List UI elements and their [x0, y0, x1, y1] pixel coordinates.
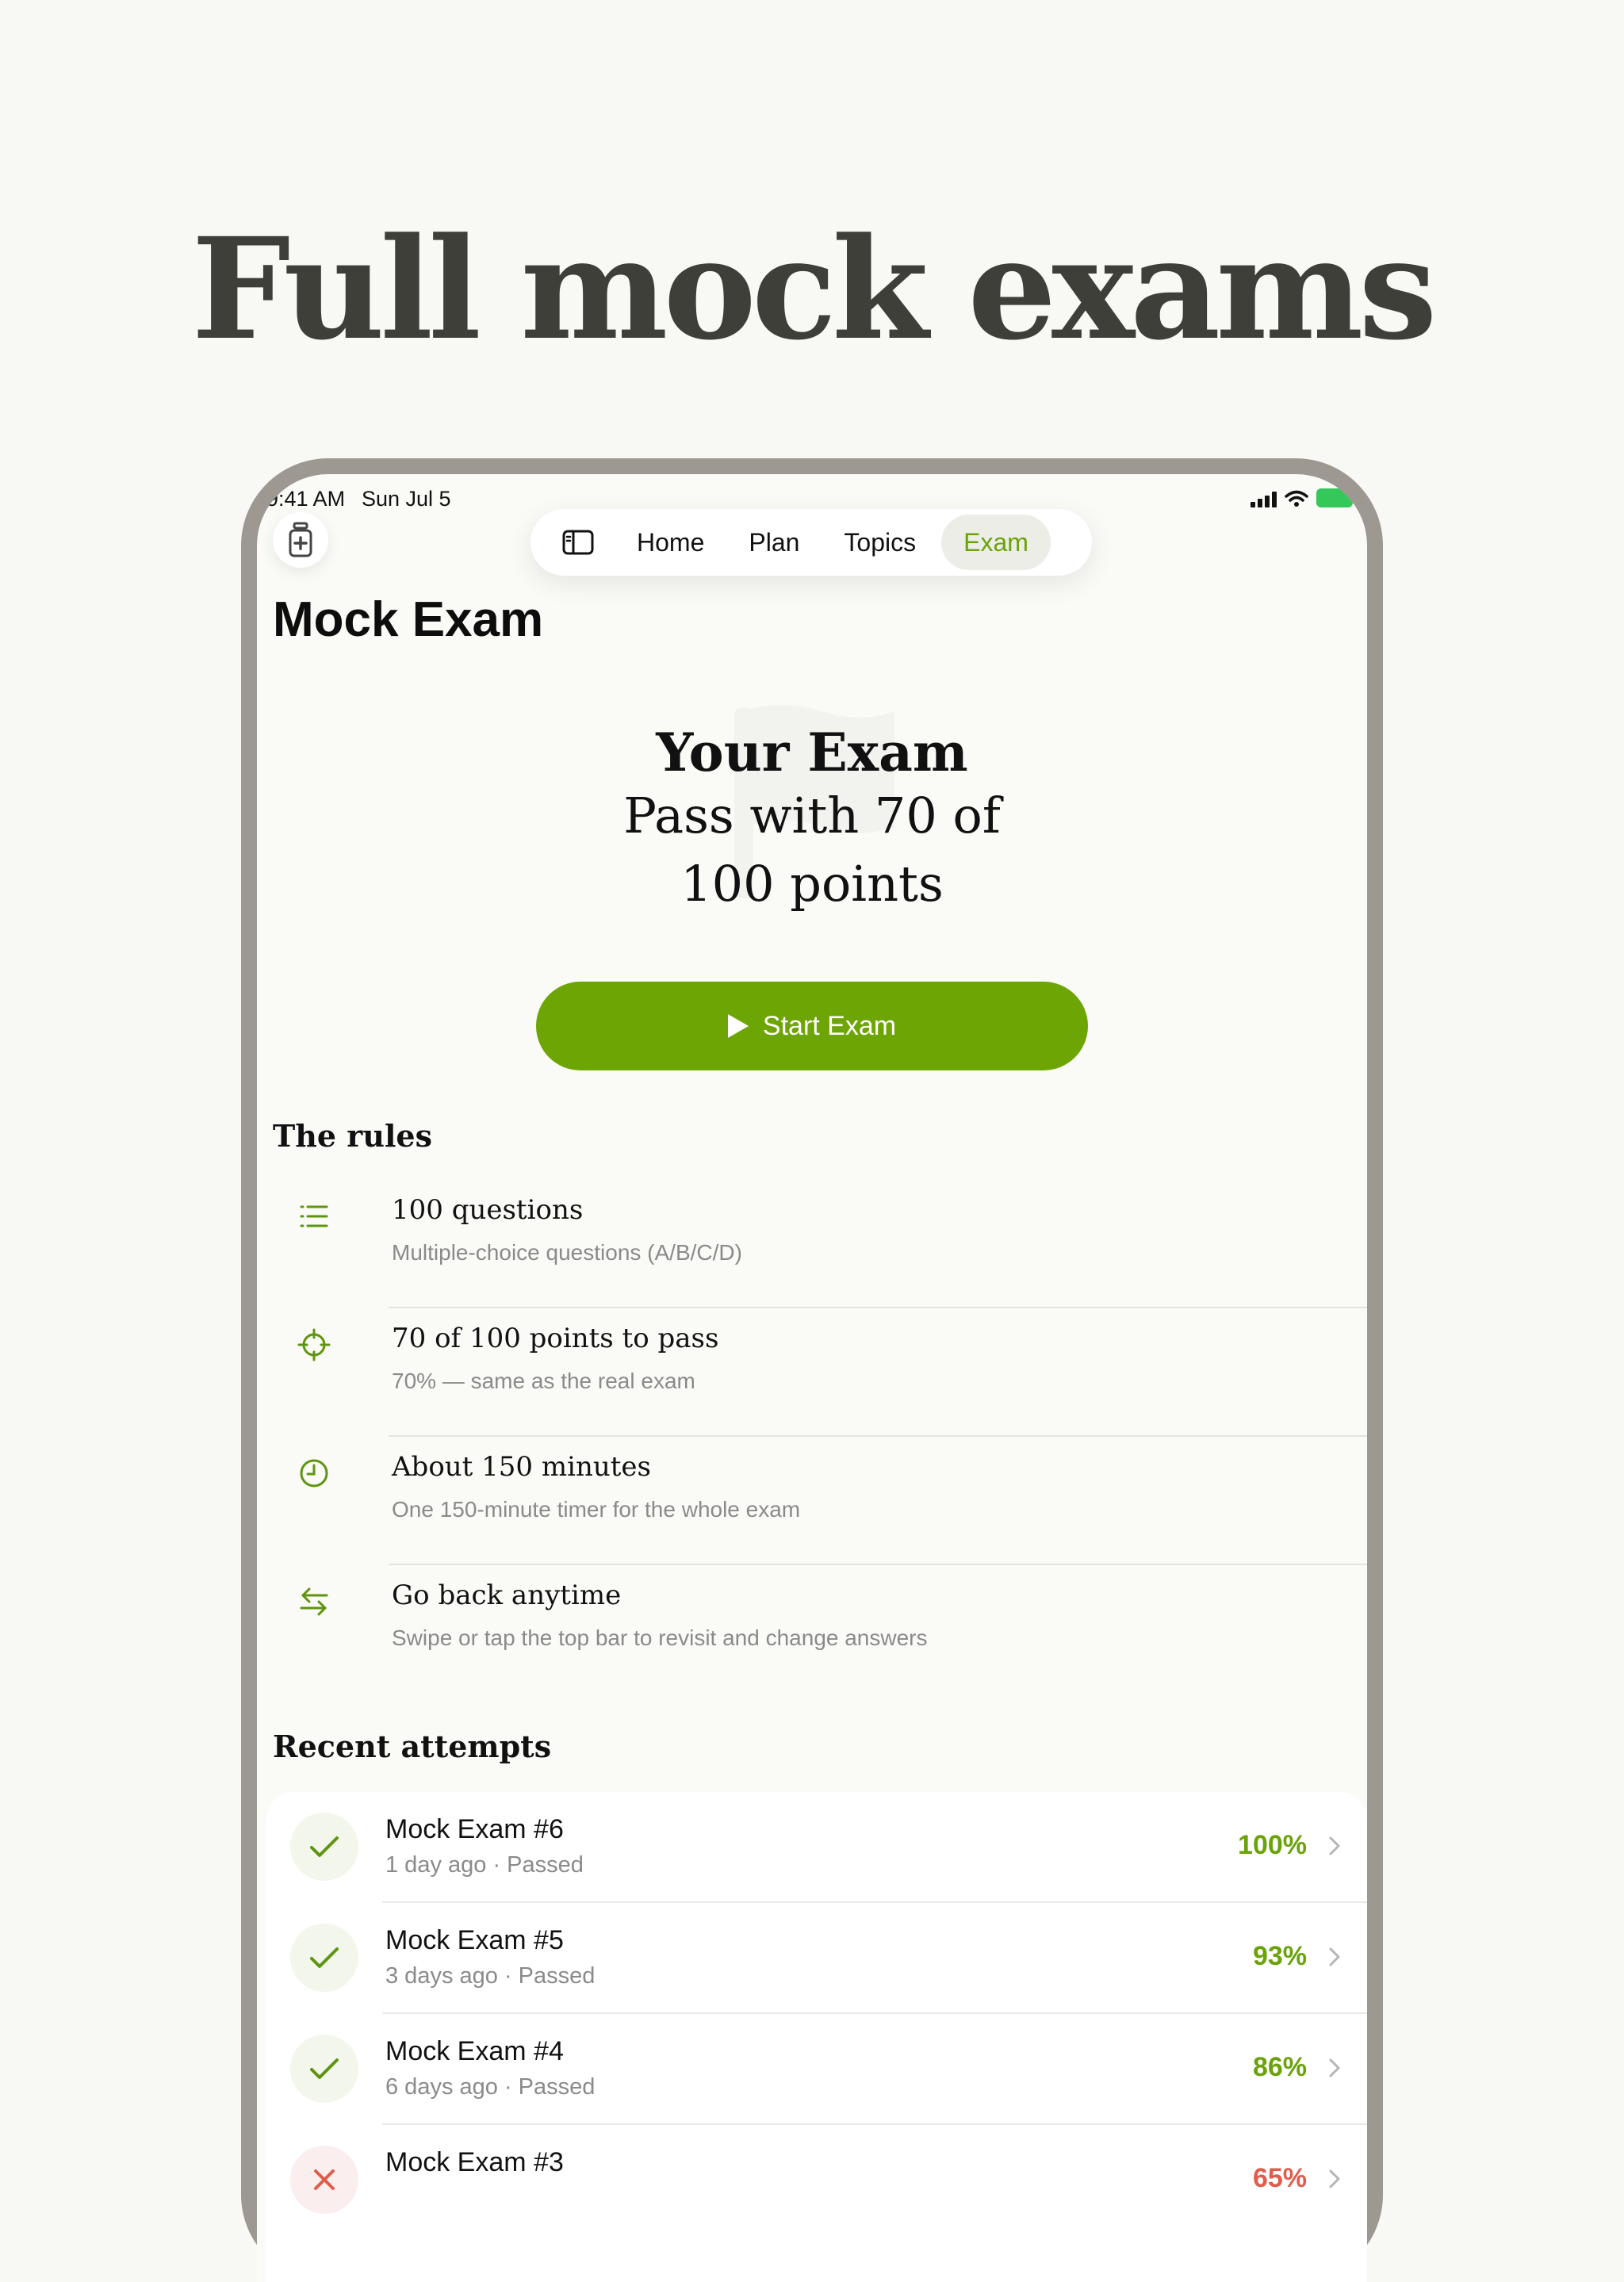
attempt-name: Mock Exam #6 [385, 1814, 564, 1844]
tablet-frame: 9:41 AM Sun Jul 5 Home Plan Topics Exam … [241, 458, 1383, 2282]
rule-title: 100 questions [392, 1194, 584, 1226]
passed-badge [290, 1924, 358, 1992]
cellular-signal-icon [1251, 490, 1277, 507]
wifi-icon [1285, 490, 1308, 507]
sidebar-toggle-button[interactable] [554, 519, 602, 566]
rule-title: About 150 minutes [392, 1451, 652, 1483]
rules-title: The rules [273, 1118, 432, 1154]
status-time: 9:41 AM [266, 487, 346, 511]
attempt-row[interactable]: Mock Exam #3 65% [266, 2125, 1367, 2236]
chevron-right-icon [1329, 2169, 1340, 2188]
app-screen: 9:41 AM Sun Jul 5 Home Plan Topics Exam … [257, 474, 1367, 2282]
rule-description: 70% — same as the real exam [392, 1369, 695, 1393]
list-icon [300, 1205, 328, 1227]
attempt-name: Mock Exam #5 [385, 1925, 564, 1955]
rule-item: 100 questions Multiple-choice questions … [273, 1180, 1367, 1308]
rule-item: Go back anytime Swipe or tap the top bar… [273, 1565, 1367, 1694]
attempt-score: 93% [1252, 1941, 1307, 1971]
attempt-name: Mock Exam #4 [385, 2036, 564, 2066]
page-title: Mock Exam [273, 592, 544, 647]
rule-description: Multiple-choice questions (A/B/C/D) [392, 1240, 742, 1265]
tab-topics[interactable]: Topics [822, 515, 938, 570]
medicine-bottle-icon [289, 522, 312, 557]
play-icon [727, 1014, 749, 1038]
rule-item: About 150 minutes One 150-minute timer f… [273, 1437, 1367, 1565]
arrows-swap-icon [300, 1587, 328, 1616]
hero-title: Your Exam [656, 722, 968, 783]
attempt-row[interactable]: Mock Exam #5 3 days ago · Passed 93% [266, 1903, 1367, 2014]
tab-plan[interactable]: Plan [726, 515, 822, 570]
passed-badge [290, 2035, 358, 2103]
checkmark-icon [310, 1836, 339, 1857]
status-icons [1251, 488, 1356, 507]
rule-item: 70 of 100 points to pass 70% — same as t… [273, 1308, 1367, 1437]
attempt-row[interactable]: Mock Exam #6 1 day ago · Passed 100% [266, 1792, 1367, 1903]
battery-charging-icon [1316, 488, 1356, 507]
rule-title: Go back anytime [392, 1579, 622, 1611]
attempt-meta: 1 day ago · Passed [385, 1852, 584, 1878]
failed-badge [290, 2146, 358, 2214]
attempt-score: 86% [1252, 2052, 1307, 2082]
checkmark-icon [310, 1947, 339, 1968]
attempt-name: Mock Exam #3 [385, 2147, 564, 2177]
x-mark-icon [314, 2169, 335, 2190]
app-logo-button[interactable] [273, 512, 328, 568]
recent-attempts-title: Recent attempts [273, 1729, 552, 1764]
target-icon [297, 1328, 331, 1361]
attempt-score: 100% [1238, 1830, 1307, 1860]
hero-subtitle: Pass with 70 of 100 points [623, 787, 1001, 913]
start-exam-label: Start Exam [762, 1010, 897, 1041]
checkmark-icon [310, 2058, 339, 2079]
tab-exam[interactable]: Exam [941, 515, 1051, 570]
status-date: Sun Jul 5 [362, 487, 451, 511]
chevron-right-icon [1329, 1836, 1340, 1855]
start-exam-button[interactable]: Start Exam [536, 982, 1088, 1070]
passed-badge [290, 1813, 358, 1881]
rule-title: 70 of 100 points to pass [392, 1323, 719, 1354]
clock-icon [300, 1459, 328, 1488]
rule-description: Swipe or tap the top bar to revisit and … [392, 1625, 928, 1650]
attempt-meta: 3 days ago · Passed [385, 1963, 596, 1989]
attempt-score: 65% [1252, 2163, 1307, 2193]
rule-description: One 150-minute timer for the whole exam [392, 1497, 801, 1522]
attempt-meta: 6 days ago · Passed [385, 2074, 596, 2100]
top-tab-bar: Home Plan Topics Exam [530, 509, 1092, 576]
marketing-headline: Full mock exams [191, 207, 1437, 371]
chevron-right-icon [1329, 2058, 1340, 2077]
chevron-right-icon [1329, 1947, 1340, 1966]
attempt-row[interactable]: Mock Exam #4 6 days ago · Passed 86% [266, 2014, 1367, 2125]
sidebar-icon [562, 530, 594, 555]
recent-attempts-list: Mock Exam #6 1 day ago · Passed 100% Moc… [266, 1792, 1367, 2282]
tab-home[interactable]: Home [615, 515, 726, 570]
